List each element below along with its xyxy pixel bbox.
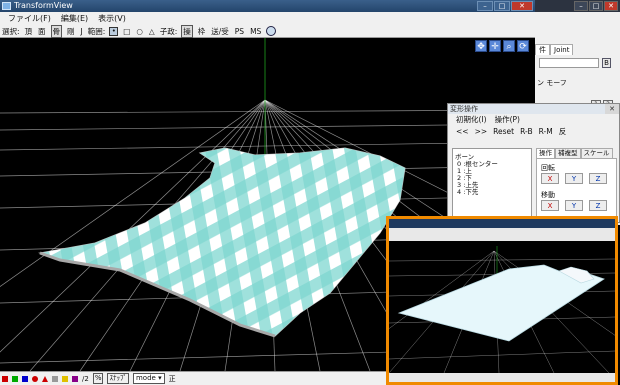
sync-icon[interactable] — [266, 26, 277, 36]
bg-morph-label: ン モーフ — [537, 79, 567, 87]
panel-title: 変形操作 — [450, 105, 478, 113]
view-gizmo: ✥ ✛ ⌕ ⟳ — [475, 40, 529, 52]
close-button[interactable]: ✕ — [511, 1, 533, 11]
child-send-receive-button[interactable]: 送/受 — [210, 26, 230, 37]
panel-button-row: << >> Reset R-B R-M 反 — [448, 126, 619, 138]
tab-joint[interactable]: Joint — [550, 44, 574, 55]
child-label: 子政: — [159, 26, 178, 36]
bg-input-field[interactable] — [539, 58, 599, 68]
select-vertex-button[interactable]: 頂 — [24, 26, 34, 37]
bg-close-button[interactable]: ✕ — [604, 1, 618, 11]
inset-screenshot — [386, 216, 618, 385]
select-joint-button[interactable]: J — [80, 26, 84, 37]
range-label: 範囲: — [87, 26, 106, 36]
snap-toggle[interactable]: ｽﾅｯﾌﾟ — [107, 373, 129, 384]
move-axis-buttons: X Y Z — [541, 200, 607, 211]
child-operate-button[interactable]: 操 — [181, 24, 193, 38]
menu-bar: ファイル(F) 編集(E) 表示(V) — [0, 12, 535, 25]
select-bone-button[interactable]: 骨 — [50, 24, 63, 38]
rotate-label: 回転 — [541, 164, 555, 172]
window-title: TransformView — [14, 1, 73, 10]
menu-view[interactable]: 表示(V) — [98, 12, 126, 25]
operation-box: 回転 X Y Z 移動 X Y Z — [536, 158, 617, 220]
bg-minimize-button[interactable]: – — [574, 1, 588, 11]
color-yellow-icon[interactable] — [62, 375, 68, 382]
bg-maximize-button[interactable]: □ — [589, 1, 603, 11]
next-button[interactable]: >> — [475, 126, 488, 138]
percent-toggle[interactable]: % — [92, 373, 104, 384]
bg-b-button[interactable]: B — [602, 58, 611, 68]
triangle-icon[interactable] — [42, 375, 48, 382]
inset-menu-toolbar — [389, 228, 615, 241]
inset-status-bar — [389, 373, 615, 382]
move-z-button[interactable]: Z — [589, 200, 607, 211]
bone-list: ボーン 0 :根センター 1 :上 2 :下 3 :上先 4 :下先 — [452, 148, 532, 218]
child-frame-button[interactable]: 枠 — [197, 26, 207, 37]
move-view-icon[interactable]: ✥ — [475, 40, 487, 52]
prev-button[interactable]: << — [456, 126, 469, 138]
menu-edit[interactable]: 編集(E) — [61, 12, 88, 25]
maximize-button[interactable]: □ — [494, 1, 510, 11]
panel-menu: 初期化(I) 操作(P) — [448, 114, 619, 126]
mode-select-label: mode — [135, 374, 156, 382]
reverse-button[interactable]: 反 — [559, 126, 567, 138]
panel-close-button[interactable]: ✕ — [605, 104, 619, 114]
menu-file[interactable]: ファイル(F) — [8, 12, 51, 25]
rotate-y-button[interactable]: Y — [565, 173, 583, 184]
move-y-button[interactable]: Y — [565, 200, 583, 211]
select-face-button[interactable]: 面 — [37, 26, 47, 37]
menu-init[interactable]: 初期化(I) — [456, 114, 487, 126]
zoom-view-icon[interactable]: ⌕ — [503, 40, 515, 52]
range-triangle-button[interactable]: △ — [148, 26, 156, 37]
line-icon[interactable] — [52, 375, 58, 382]
rb-button[interactable]: R-B — [520, 126, 533, 138]
select-rigid-button[interactable]: 剛 — [66, 26, 76, 37]
title-bar: TransformView – □ ✕ — [0, 0, 535, 12]
range-rect-button[interactable]: □ — [122, 26, 131, 37]
child-ps-button[interactable]: PS — [234, 26, 245, 37]
color-red-icon[interactable] — [2, 375, 8, 382]
pan-view-icon[interactable]: ✛ — [489, 40, 501, 52]
record-icon[interactable] — [32, 375, 38, 382]
tab-body[interactable]: 件 — [535, 44, 550, 55]
rotate-z-button[interactable]: Z — [589, 173, 607, 184]
panel-title-bar: 変形操作 ✕ — [448, 104, 619, 114]
inset-scene — [389, 246, 615, 373]
reset-button[interactable]: Reset — [493, 126, 514, 138]
select-label: 選択: — [2, 26, 20, 36]
transform-panel: 変形操作 ✕ 初期化(I) 操作(P) << >> Reset R-B R-M … — [447, 103, 620, 223]
color-purple-icon[interactable] — [72, 375, 78, 382]
app-icon — [2, 2, 11, 10]
window-controls: – □ ✕ — [477, 1, 533, 11]
width-label: /2 — [82, 374, 89, 383]
list-item[interactable]: 4 :下先 — [455, 189, 529, 196]
direction-label: 正 — [168, 374, 176, 383]
mode-select[interactable]: mode ▾ — [132, 373, 165, 384]
menu-operate[interactable]: 操作(P) — [495, 114, 520, 126]
range-point-button[interactable]: • — [109, 26, 119, 36]
rotate-view-icon[interactable]: ⟳ — [517, 40, 529, 52]
color-green-icon[interactable] — [12, 375, 18, 382]
rotate-x-button[interactable]: X — [541, 173, 559, 184]
toolbar: 選択: 頂 面 骨 剛 J 範囲: • □ ○ △ 子政: 操 枠 送/受 PS… — [0, 24, 535, 38]
color-blue-icon[interactable] — [22, 375, 28, 382]
gingham-cloth — [38, 147, 406, 338]
move-x-button[interactable]: X — [541, 200, 559, 211]
chevron-down-icon: ▾ — [158, 374, 162, 382]
rotate-axis-buttons: X Y Z — [541, 173, 607, 184]
bg-window-controls: – □ ✕ — [535, 0, 620, 12]
inset-title-bar — [389, 219, 615, 228]
move-label: 移動 — [541, 191, 555, 199]
rm-button[interactable]: R-M — [539, 126, 553, 138]
range-circle-button[interactable]: ○ — [135, 26, 144, 37]
bg-tabs: 件 Joint — [535, 44, 574, 55]
child-ms-button[interactable]: MS — [249, 26, 262, 37]
minimize-button[interactable]: – — [477, 1, 493, 11]
